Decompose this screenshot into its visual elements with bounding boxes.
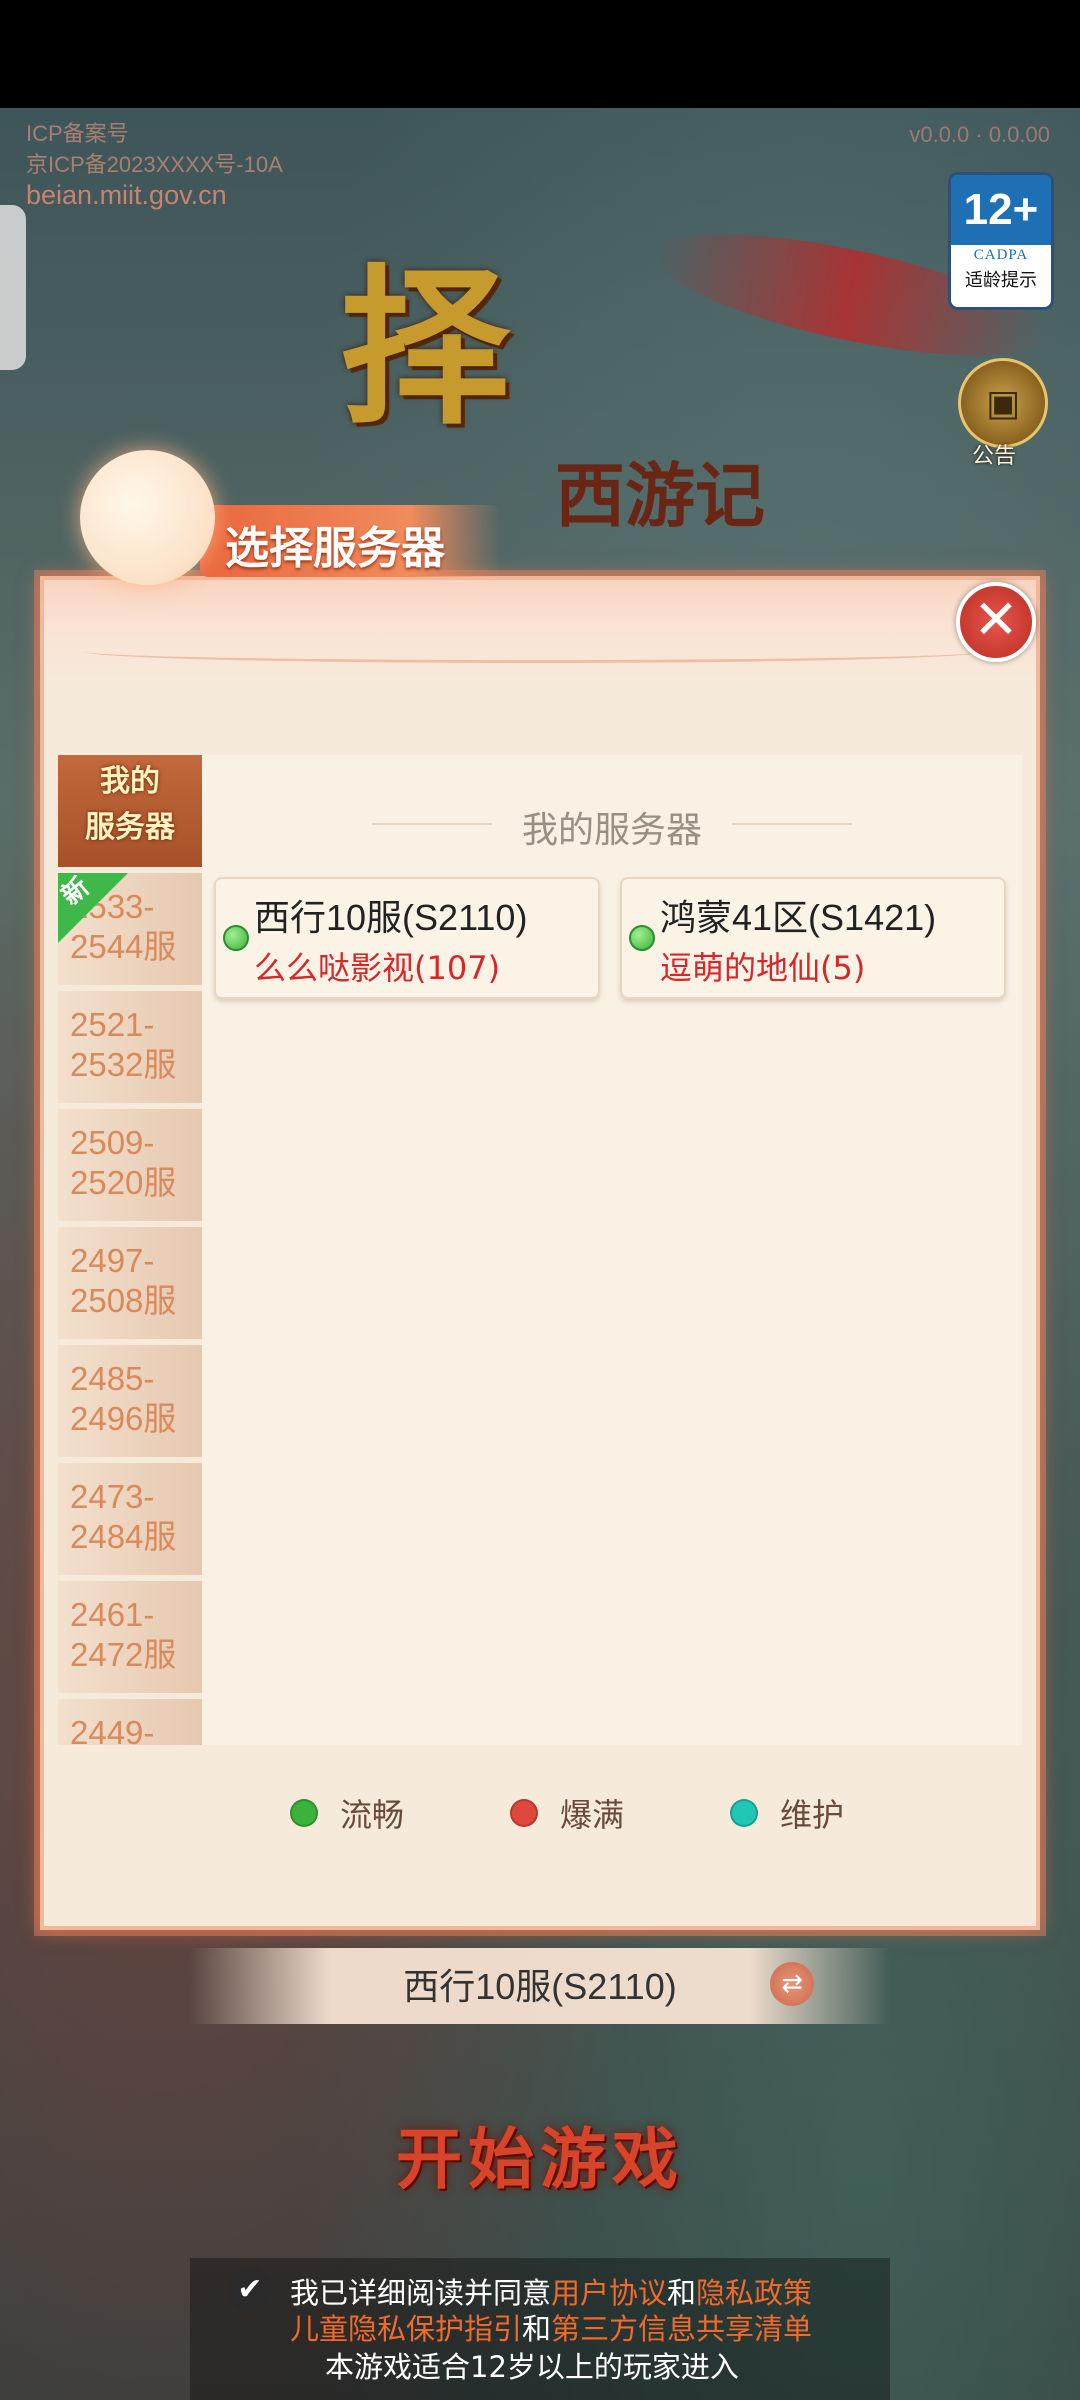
server-name: 鸿蒙41区(S1421)	[660, 897, 937, 938]
child-privacy-link[interactable]: 儿童隐私保护指引	[290, 2312, 522, 2346]
icp-info: ICP备案号 京ICP备2023XXXX号-10A beian.miit.gov…	[26, 118, 283, 211]
sidebar-item-label: 2521-	[70, 1006, 155, 1043]
privacy-policy-link[interactable]: 隐私政策	[696, 2276, 812, 2310]
third-party-list-link[interactable]: 第三方信息共享清单	[551, 2312, 812, 2346]
moon-decoration	[80, 450, 215, 585]
version-text: v0.0.0 · 0.0.00	[909, 122, 1050, 147]
status-dot-smooth	[629, 925, 655, 951]
sidebar-item-label: 2520服	[70, 1164, 177, 1201]
sidebar-item-label: 2532服	[70, 1046, 177, 1083]
sidebar-item-label: 2508服	[70, 1282, 177, 1319]
game-logo: 择	[340, 248, 511, 448]
floating-side-tab[interactable]	[0, 205, 26, 370]
notice-icon[interactable]: ▣	[958, 358, 1048, 448]
server-card[interactable]: 西行10服(S2110) 么么哒影视(107)	[214, 877, 600, 999]
legend-smooth: 流畅	[290, 1790, 404, 1836]
sidebar-item-range[interactable]: 2485- 2496服	[58, 1345, 202, 1457]
server-list-area: 我的服务器 西行10服(S2110) 么么哒影视(107) 鸿蒙41区(S142…	[202, 755, 1022, 1745]
status-dot-smooth	[223, 925, 249, 951]
legend-label: 维护	[780, 1796, 845, 1834]
sidebar-item-label: 2473-	[70, 1478, 155, 1515]
legend-label: 流畅	[340, 1796, 405, 1834]
close-icon[interactable]: ✕	[956, 582, 1036, 662]
agreement-line2: 儿童隐私保护指引和第三方信息共享清单	[290, 2306, 812, 2348]
panel-header-decoration	[44, 580, 1036, 690]
sidebar-item-label: 2497-	[70, 1242, 155, 1279]
icp-line1: ICP备案号	[26, 121, 129, 146]
panel-title: 选择服务器	[225, 523, 445, 574]
age-rating-value: 12+	[951, 175, 1051, 245]
server-card[interactable]: 鸿蒙41区(S1421) 逗萌的地仙(5)	[620, 877, 1006, 999]
game-logo-sub: 西游记	[555, 454, 765, 537]
icp-line2: 京ICP备2023XXXX号-10A	[26, 152, 283, 177]
notice-label: 公告	[972, 444, 1017, 469]
legend-maintenance: 维护	[730, 1790, 844, 1836]
sidebar-item-range[interactable]: 2473- 2484服	[58, 1463, 202, 1575]
user-agreement-link[interactable]: 用户协议	[551, 2276, 667, 2310]
legend-dot	[510, 1799, 538, 1827]
sidebar-item-label: 2449-	[70, 1714, 155, 1745]
sidebar-item-range[interactable]: 新 2533- 2544服	[58, 871, 202, 985]
agreement-prefix: 我已详细阅读并同意	[290, 2276, 552, 2310]
sidebar-item-range[interactable]: 2461- 2472服	[58, 1581, 202, 1693]
section-title: 我的服务器	[521, 810, 702, 851]
switch-server-icon[interactable]: ⇄	[770, 1962, 814, 2006]
sidebar-item-label: 2485-	[70, 1360, 155, 1397]
age-rating-badge[interactable]: 12+ CADPA 适龄提示	[948, 172, 1054, 310]
sidebar-item-label: 2496服	[70, 1400, 177, 1437]
sidebar-item-range[interactable]: 2497- 2508服	[58, 1227, 202, 1339]
sidebar-item-label: 2472服	[70, 1636, 177, 1673]
status-bar	[0, 0, 1080, 108]
sidebar-item-label: 服务器	[85, 810, 175, 845]
sidebar-item-label: 2461-	[70, 1596, 155, 1633]
cloud-decoration	[84, 640, 984, 663]
legend-label: 爆满	[560, 1796, 625, 1834]
age-rating-tip: 适龄提示	[965, 270, 1037, 291]
age-notice-text: 本游戏适合12岁以上的玩家进入	[325, 2350, 739, 2384]
agreement-and: 和	[522, 2312, 552, 2346]
sidebar-item-range[interactable]: 2449-	[58, 1699, 202, 1745]
sidebar-item-label: 2509-	[70, 1124, 155, 1161]
agreement-and: 和	[667, 2276, 697, 2310]
sidebar-item-my-servers[interactable]: 我的 服务器	[58, 755, 202, 867]
role-name: 么么哒影视(107)	[254, 949, 501, 987]
sidebar-item-range[interactable]: 2509- 2520服	[58, 1109, 202, 1221]
start-game-button[interactable]: 开始游戏	[330, 2100, 750, 2220]
checkbox-checked-icon[interactable]: ✔	[228, 2268, 272, 2312]
icp-url[interactable]: beian.miit.gov.cn	[26, 180, 283, 211]
server-group-sidebar: 我的 服务器 新 2533- 2544服 2521- 2532服 2509- 2…	[58, 755, 202, 1745]
sidebar-item-label: 我的	[100, 764, 160, 799]
role-name: 逗萌的地仙(5)	[660, 949, 866, 987]
legend-dot	[730, 1799, 758, 1827]
age-rating-org: CADPA	[973, 247, 1029, 263]
sidebar-item-label: 2484服	[70, 1518, 177, 1555]
legend-dot	[290, 1799, 318, 1827]
sidebar-item-range[interactable]: 2521- 2532服	[58, 991, 202, 1103]
legend-full: 爆满	[510, 1790, 624, 1836]
server-name: 西行10服(S2110)	[254, 897, 528, 938]
